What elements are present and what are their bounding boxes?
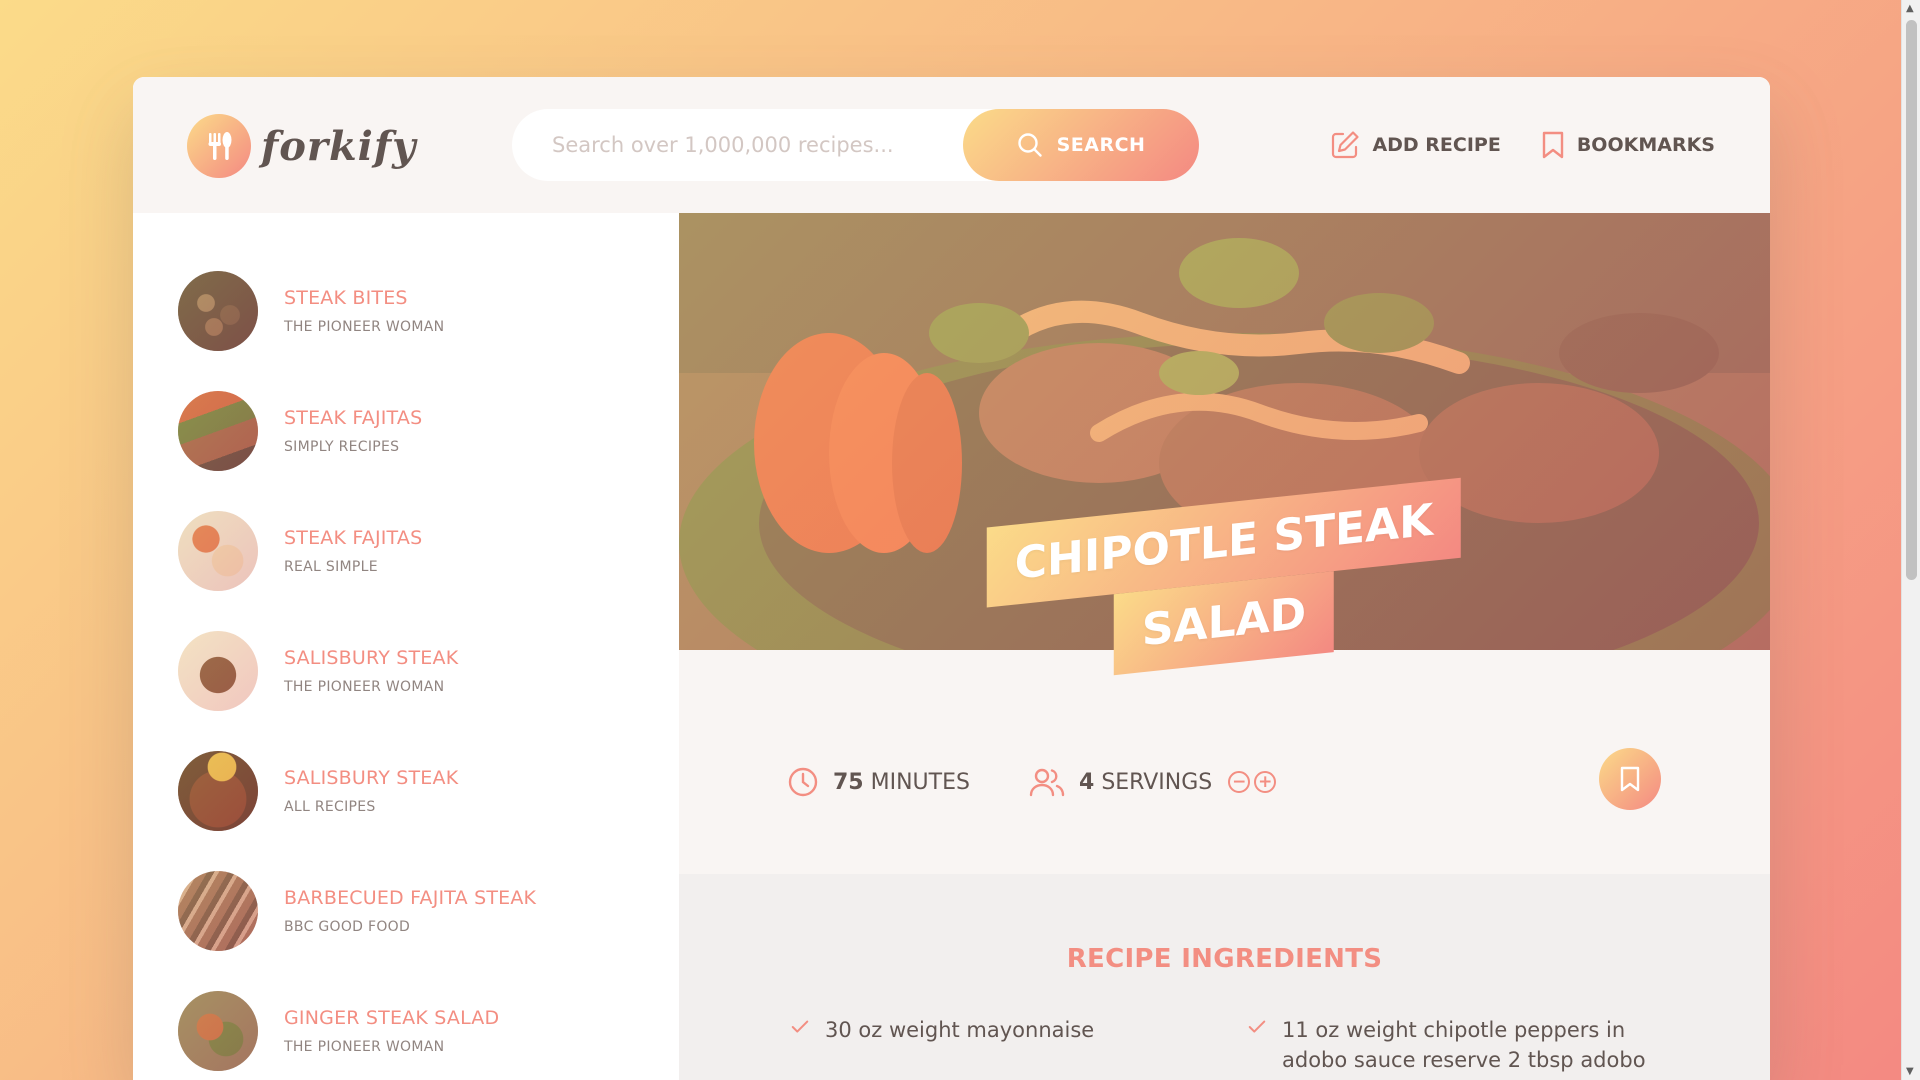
cooking-time: 75 MINUTES xyxy=(787,766,970,798)
result-item[interactable]: STEAK BITES THE PIONEER WOMAN xyxy=(133,251,679,371)
search-results: STEAK BITES THE PIONEER WOMAN STEAK FAJI… xyxy=(133,213,679,1080)
plus-circle-icon[interactable]: + xyxy=(1254,771,1277,793)
result-thumbnail xyxy=(178,511,258,591)
search-form: SEARCH xyxy=(512,109,1199,181)
result-thumbnail xyxy=(178,991,258,1071)
add-recipe-button[interactable]: ADD RECIPE xyxy=(1330,125,1501,165)
result-title: BARBECUED FAJITA STEAK xyxy=(284,887,537,909)
bookmarks-label: BOOKMARKS xyxy=(1576,134,1715,156)
result-item[interactable]: SALISBURY STEAK ALL RECIPES xyxy=(133,731,679,851)
result-publisher: BBC GOOD FOOD xyxy=(284,919,411,935)
check-icon xyxy=(791,1020,809,1033)
search-icon xyxy=(1017,133,1042,157)
result-item[interactable]: SALISBURY STEAK THE PIONEER WOMAN xyxy=(133,611,679,731)
check-icon xyxy=(1248,1020,1266,1033)
result-thumbnail xyxy=(178,751,258,831)
users-icon xyxy=(1029,768,1065,797)
fork-knife-icon xyxy=(187,114,251,178)
main-nav: ADD RECIPE BOOKMARKS xyxy=(1330,125,1715,165)
result-title: STEAK FAJITAS xyxy=(284,527,423,549)
result-publisher: SIMPLY RECIPES xyxy=(284,439,400,455)
servings-value: 4 xyxy=(1079,769,1095,795)
result-thumbnail xyxy=(178,871,258,951)
ingredient-text: 11 oz weight chipotle peppers in adobo s… xyxy=(1282,1018,1646,1072)
logo-text: forkify xyxy=(261,122,417,170)
result-thumbnail xyxy=(178,391,258,471)
result-item[interactable]: GINGER STEAK SALAD THE PIONEER WOMAN xyxy=(133,971,679,1080)
scroll-up-icon[interactable]: ▲ xyxy=(1906,3,1914,14)
result-item[interactable]: BARBECUED FAJITA STEAK BBC GOOD FOOD xyxy=(133,851,679,971)
result-publisher: ALL RECIPES xyxy=(284,799,376,815)
result-thumbnail xyxy=(178,271,258,351)
scroll-down-icon[interactable]: ▼ xyxy=(1906,1066,1914,1077)
result-title: STEAK BITES xyxy=(284,287,408,309)
result-publisher: THE PIONEER WOMAN xyxy=(284,319,445,335)
result-publisher: THE PIONEER WOMAN xyxy=(284,1039,445,1055)
servings: 4 SERVINGS − + xyxy=(1029,766,1277,798)
bookmark-icon xyxy=(1620,766,1640,792)
search-input[interactable] xyxy=(552,133,942,157)
header: forkify SEARCH ADD RECIPE xyxy=(133,77,1770,213)
result-publisher: REAL SIMPLE xyxy=(284,559,378,575)
bookmark-recipe-button[interactable] xyxy=(1599,748,1661,810)
clock-icon xyxy=(788,767,818,797)
cooking-time-unit: MINUTES xyxy=(870,769,970,795)
result-publisher: THE PIONEER WOMAN xyxy=(284,679,445,695)
page-scrollbar[interactable]: ▲ ▼ xyxy=(1901,0,1920,1080)
recipe-details: 75 MINUTES 4 SERVINGS − + xyxy=(679,650,1770,874)
bookmarks-button[interactable]: BOOKMARKS xyxy=(1541,125,1715,165)
bookmark-icon xyxy=(1542,131,1564,159)
recipe-ingredients: RECIPE INGREDIENTS 30 oz weight mayonnai… xyxy=(679,874,1770,1080)
search-button-label: SEARCH xyxy=(1056,134,1146,156)
recipe-view: CHIPOTLE STEAK SALAD 75 MINUTES 4 SERVIN… xyxy=(679,213,1770,1080)
ingredient-item: 30 oz weight mayonnaise xyxy=(789,1015,1199,1045)
result-title: STEAK FAJITAS xyxy=(284,407,423,429)
result-item[interactable]: STEAK FAJITAS SIMPLY RECIPES xyxy=(133,371,679,491)
result-title: SALISBURY STEAK xyxy=(284,767,459,789)
ingredient-text: 30 oz weight mayonnaise xyxy=(825,1018,1095,1042)
result-thumbnail xyxy=(178,631,258,711)
result-title: GINGER STEAK SALAD xyxy=(284,1007,500,1029)
scrollbar-thumb[interactable] xyxy=(1906,20,1917,580)
cooking-time-value: 75 xyxy=(833,769,864,795)
ingredients-heading: RECIPE INGREDIENTS xyxy=(1066,944,1383,974)
result-item[interactable]: STEAK FAJITAS REAL SIMPLE xyxy=(133,491,679,611)
logo[interactable]: forkify xyxy=(187,114,416,178)
add-recipe-label: ADD RECIPE xyxy=(1372,134,1501,156)
edit-icon xyxy=(1332,131,1360,159)
search-button[interactable]: SEARCH xyxy=(963,109,1199,181)
ingredient-item: 11 oz weight chipotle peppers in adobo s… xyxy=(1246,1015,1666,1075)
minus-circle-icon[interactable]: − xyxy=(1228,771,1251,793)
result-title: SALISBURY STEAK xyxy=(284,647,459,669)
servings-unit: SERVINGS xyxy=(1101,769,1213,795)
app-container: forkify SEARCH ADD RECIPE xyxy=(133,77,1770,1080)
